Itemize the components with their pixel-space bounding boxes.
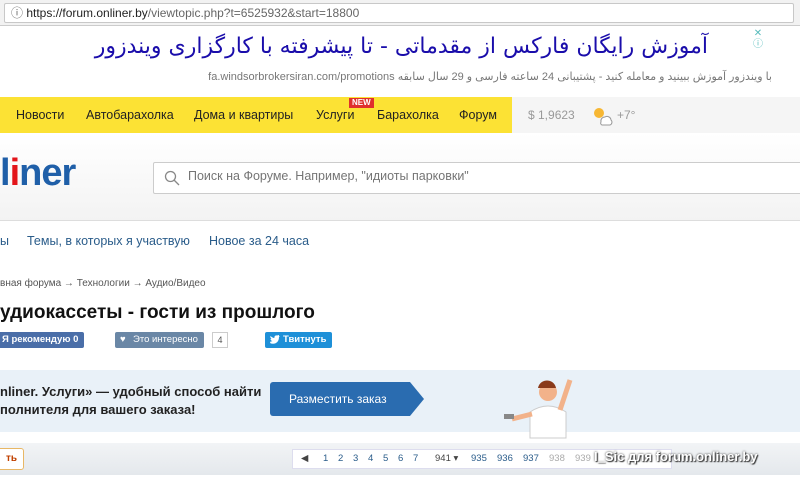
page-link[interactable]: 3 bbox=[353, 450, 358, 468]
url-field[interactable]: ⓘ https://forum.onliner.by/viewtopic.php… bbox=[4, 3, 794, 23]
search-input[interactable] bbox=[188, 169, 788, 183]
promo-character-illustration bbox=[504, 379, 573, 439]
search-icon bbox=[164, 170, 180, 186]
nav-item-forum[interactable]: Форум bbox=[459, 108, 497, 122]
reply-button[interactable]: ть bbox=[0, 448, 24, 470]
ad-close-icon[interactable]: ✕ ⓘ bbox=[752, 28, 764, 50]
nav-item-news[interactable]: Новости bbox=[16, 108, 64, 122]
page-title: удиокассеты - гости из прошлого bbox=[0, 302, 315, 323]
page-select[interactable]: 941 ▾ bbox=[435, 450, 458, 468]
page-link[interactable]: 935 bbox=[471, 450, 487, 468]
new-badge: NEW bbox=[349, 98, 374, 108]
subnav-item-my-topics[interactable]: Темы, в которых я участвую bbox=[27, 234, 190, 248]
browser-address-bar[interactable]: ⓘ https://forum.onliner.by/viewtopic.php… bbox=[0, 0, 800, 26]
recommend-button[interactable]: Я рекомендую 0 bbox=[0, 332, 85, 348]
currency-rate[interactable]: $ 1,9623 bbox=[528, 108, 575, 122]
forum-search[interactable] bbox=[153, 162, 800, 194]
prev-page-icon[interactable]: ◀ bbox=[301, 450, 308, 468]
promo-text: nliner. Услуги» — удобный способ найти по… bbox=[0, 384, 262, 417]
place-order-button[interactable]: Разместить заказ bbox=[270, 382, 424, 416]
ad-title[interactable]: آموزش رایگان فارکس از مقدماتی - تا پیشرف… bbox=[95, 34, 708, 59]
onliner-logo[interactable]: liner bbox=[0, 152, 76, 195]
page-link[interactable]: 937 bbox=[523, 450, 539, 468]
page-link[interactable]: 6 bbox=[398, 450, 403, 468]
subnav-item-new-24h[interactable]: Новое за 24 часа bbox=[209, 234, 309, 248]
nav-item-realty[interactable]: Дома и квартиры bbox=[194, 108, 293, 122]
nav-item-auto[interactable]: Автобарахолка bbox=[86, 108, 174, 122]
url-host: https://forum.onliner.by bbox=[26, 6, 148, 20]
page-link[interactable]: 5 bbox=[383, 450, 388, 468]
interesting-count: 4 bbox=[212, 332, 228, 348]
main-nav: Новости Автобарахолка Дома и квартиры Ус… bbox=[0, 97, 512, 133]
tweet-button[interactable]: Твитнуть bbox=[265, 332, 333, 348]
subnav-item-topics[interactable]: ы bbox=[0, 234, 9, 248]
page-link[interactable]: 1 bbox=[323, 450, 328, 468]
nav-item-market[interactable]: Барахолка bbox=[377, 108, 439, 122]
temperature: +7° bbox=[617, 108, 636, 122]
interesting-button[interactable]: ♥ Это интересно bbox=[115, 332, 204, 348]
page-link[interactable]: 4 bbox=[368, 450, 373, 468]
heart-icon: ♥ bbox=[120, 334, 126, 345]
weather-sun-cloud-icon bbox=[594, 108, 613, 126]
page-link[interactable]: 938 bbox=[549, 450, 565, 468]
page-link[interactable]: 936 bbox=[497, 450, 513, 468]
url-path: /viewtopic.php?t=6525932&start=18800 bbox=[147, 6, 360, 20]
breadcrumb[interactable]: вная форума → Технологии → Аудио/Видео bbox=[0, 278, 206, 289]
page-link[interactable]: 939 bbox=[575, 450, 591, 468]
watermark: I_Sic для forum.onliner.by bbox=[594, 449, 758, 464]
twitter-bird-icon bbox=[270, 335, 280, 344]
page-link[interactable]: 2 bbox=[338, 450, 343, 468]
page-link[interactable]: 7 bbox=[413, 450, 418, 468]
ad-banner[interactable]: آموزش رایگان فارکس از مقدماتی - تا پیشرف… bbox=[0, 26, 800, 98]
ad-subtitle: با ویندزور آموزش ببینید و معامله کنید - … bbox=[208, 71, 772, 83]
nav-item-services[interactable]: Услуги bbox=[316, 108, 354, 122]
